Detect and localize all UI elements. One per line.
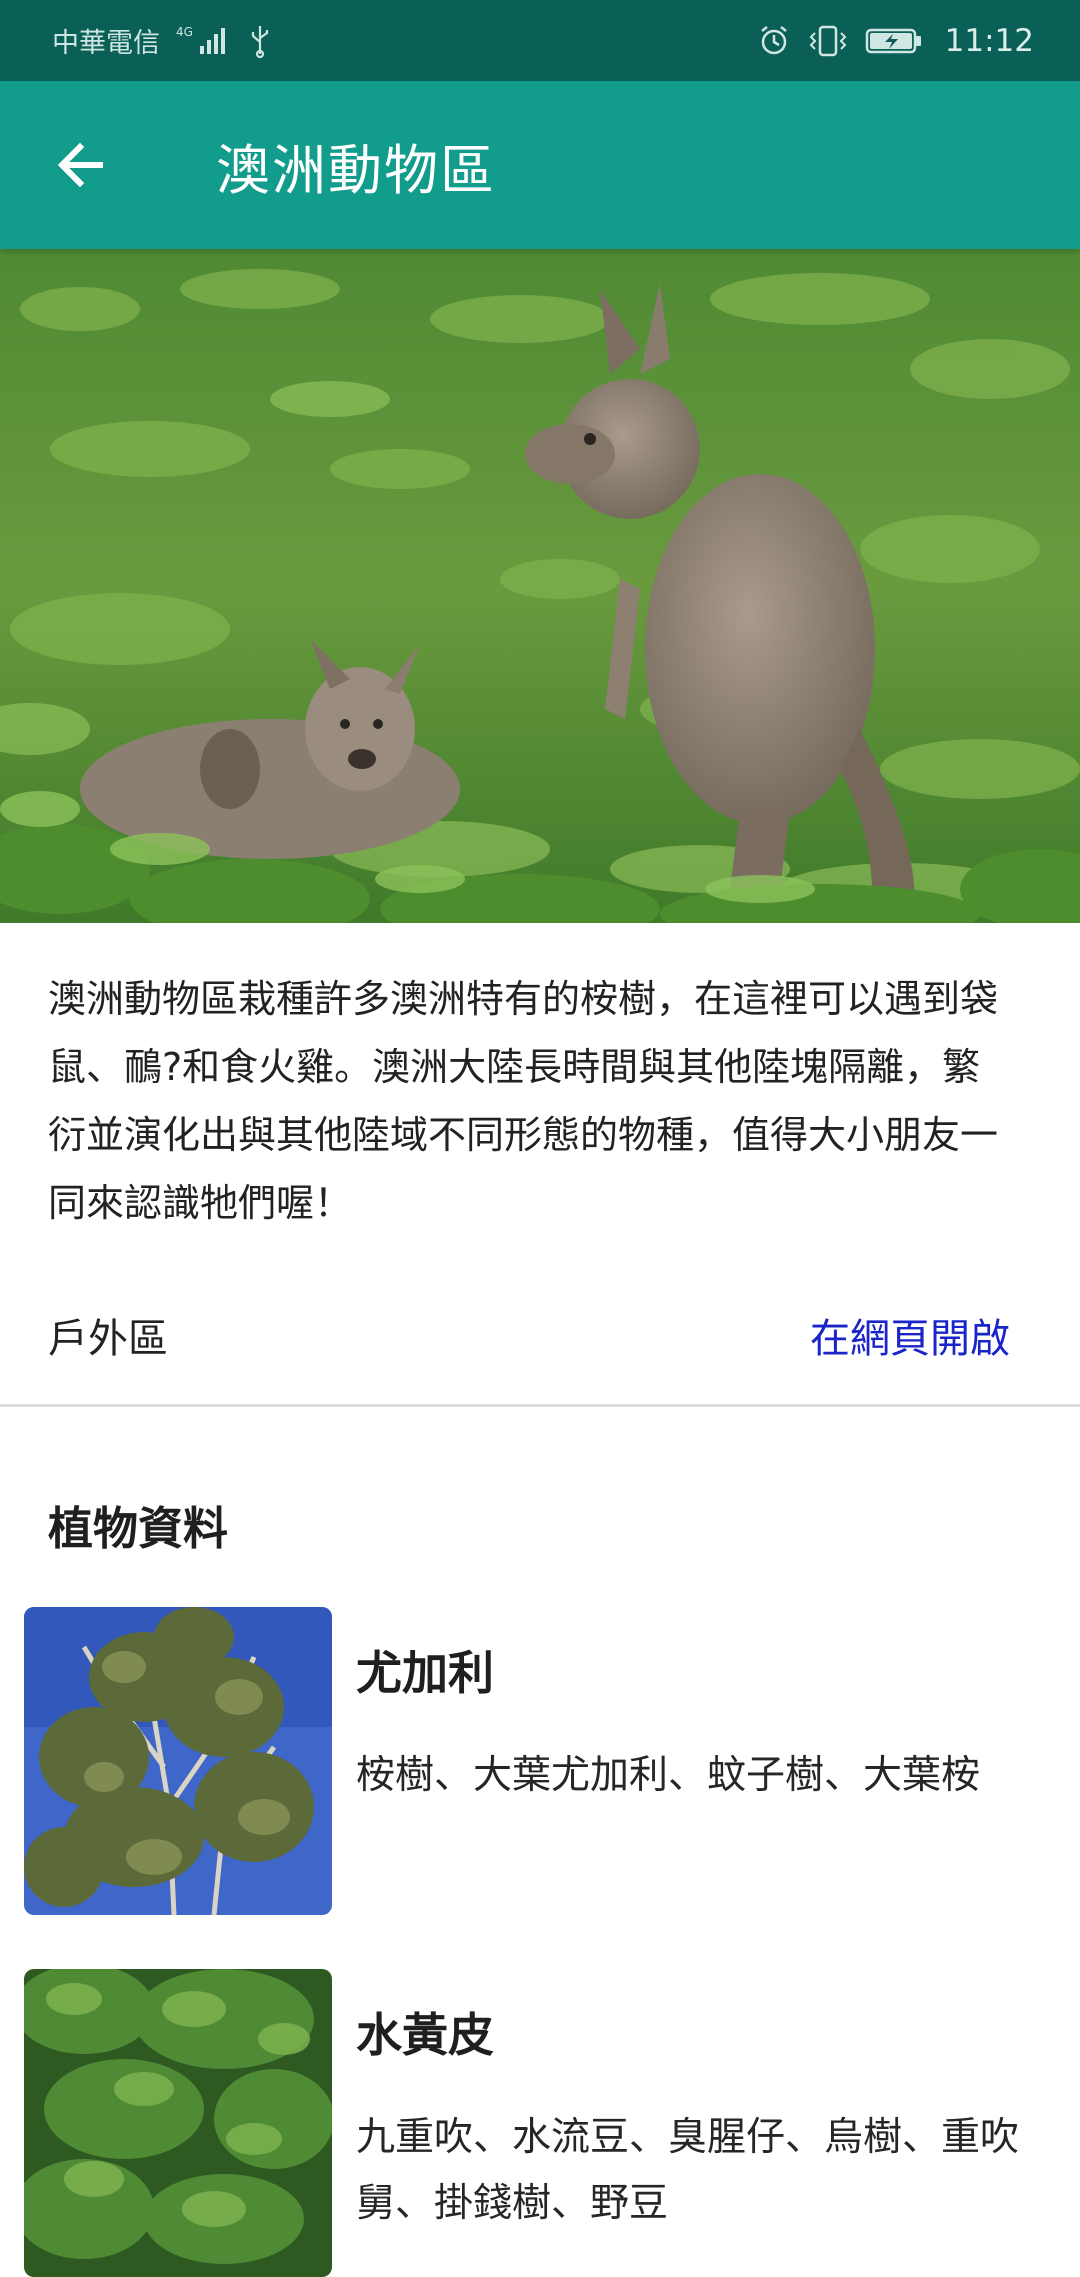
area-type-label: 戶外區 [48,1316,168,1362]
plant-thumbnail [24,1607,332,1915]
arrow-left-icon [57,142,103,188]
status-right: 11:12 [757,23,1034,59]
plant-card[interactable]: 水黃皮 九重吹、水流豆、臭腥仔、烏樹、重吹舅、掛錢樹、野豆 [24,1969,1064,2277]
app-bar: 澳洲動物區 [0,81,1080,249]
plant-card[interactable]: 尤加利 桉樹、大葉尤加利、蚊子樹、大葉桉 [24,1607,1064,1915]
plant-text: 水黃皮 九重吹、水流豆、臭腥仔、烏樹、重吹舅、掛錢樹、野豆 [356,1969,1036,2277]
plant-text: 尤加利 桉樹、大葉尤加利、蚊子樹、大葉桉 [356,1607,1036,1915]
status-left: 中華電信 4G [52,21,272,60]
open-in-web-link[interactable]: 在網頁開啟 [810,1306,1010,1364]
carrier-label: 中華電信 [52,28,160,59]
network-type: 4G [176,25,193,39]
page-title: 澳洲動物區 [216,138,496,202]
usb-icon [248,24,272,58]
alarm-icon [757,24,791,58]
back-button[interactable] [42,125,122,205]
plant-thumbnail [24,1969,332,2277]
plant-aliases: 九重吹、水流豆、臭腥仔、烏樹、重吹舅、掛錢樹、野豆 [356,2115,1020,2226]
area-description: 澳洲動物區栽種許多澳洲特有的桉樹，在這裡可以遇到袋鼠、鴯?和食火雞。澳洲大陸長時… [48,977,999,1225]
status-time: 11:12 [944,22,1034,59]
meta-row: 戶外區 在網頁開啟 [48,1300,1010,1370]
section-divider [0,1404,1080,1407]
vibrate-icon [807,24,849,58]
plant-name: 尤加利 [356,1646,494,1700]
plant-aliases: 桉樹、大葉尤加利、蚊子樹、大葉桉 [356,1753,981,1798]
status-bar: 中華電信 4G 11:12 [0,0,1080,81]
plant-name: 水黃皮 [356,2008,494,2062]
hero-image [0,249,1080,923]
signal-icon: 4G [176,24,232,58]
battery-charging-icon [865,24,923,58]
plant-section-title: 植物資料 [48,1502,229,1555]
